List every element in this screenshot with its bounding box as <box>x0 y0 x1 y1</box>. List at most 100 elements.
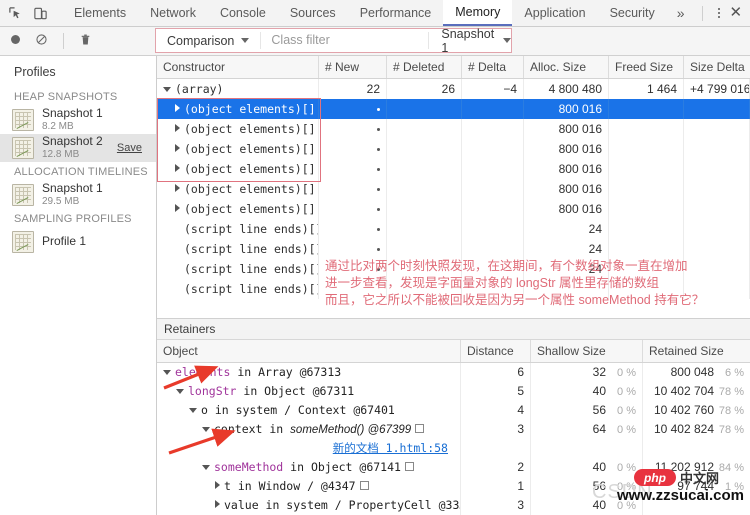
more-options-icon[interactable] <box>712 5 726 21</box>
save-snapshot-link[interactable]: Save <box>117 142 150 154</box>
constructor-row[interactable]: (object elements)[] @ 800 016 <box>157 179 750 199</box>
retainer-cell-retained-size <box>643 496 750 515</box>
triangle-right-icon[interactable] <box>175 164 180 172</box>
open-in-source-icon[interactable] <box>359 481 369 490</box>
clear-icon[interactable] <box>35 33 48 49</box>
retainer-row[interactable]: o in system / Context @67401 4 56 0 % 10 402… <box>157 401 750 420</box>
tab-network[interactable]: Network <box>138 0 208 26</box>
chevron-down-icon <box>241 38 250 43</box>
constructor-row[interactable]: (script line ends)[] 24 <box>157 219 750 239</box>
constructor-table-body[interactable]: (array) 22 26 −4 4 800 480 1 464 +4 799 016 (ob… <box>157 79 750 318</box>
retainer-row[interactable]: t in Window / @4347 1 56 0 % 97 744 1 % <box>157 477 750 496</box>
triangle-right-icon[interactable] <box>175 184 180 192</box>
constructor-row[interactable]: (script line ends)[] <box>157 279 750 299</box>
retainer-cell-shallow-size-percent: 0 % <box>617 367 636 379</box>
triangle-down-icon[interactable] <box>163 370 171 375</box>
source-file-link[interactable]: 新的文档 1.html:58 <box>333 441 448 455</box>
record-icon[interactable] <box>9 33 22 49</box>
class-filter-input[interactable]: Class filter <box>260 32 430 49</box>
column-header-deleted[interactable]: # Deleted <box>387 56 462 78</box>
constructor-row[interactable]: (object elements)[] @ 800 016 <box>157 119 750 139</box>
constructor-row[interactable]: (object elements)[] @ 800 016 <box>157 139 750 159</box>
constructor-row[interactable]: (object elements)[] @ 800 016 <box>157 99 750 119</box>
retainer-cell-retained-size-value: 800 048 <box>670 365 714 379</box>
close-icon[interactable]: ✕ <box>728 5 747 22</box>
triangle-down-icon[interactable] <box>189 408 197 413</box>
retainer-cell-distance-value: 5 <box>517 384 524 398</box>
tab-security[interactable]: Security <box>598 0 667 26</box>
trash-icon[interactable] <box>79 33 92 50</box>
triangle-down-icon[interactable] <box>163 87 171 92</box>
constructor-cell-new <box>319 259 387 279</box>
column-header-distance[interactable]: Distance <box>461 340 531 362</box>
open-in-source-icon[interactable] <box>404 462 414 471</box>
inspect-element-icon[interactable] <box>8 6 23 21</box>
triangle-right-icon[interactable] <box>215 481 220 489</box>
retainers-table-body[interactable]: elements in Array @67313 6 32 0 % 800 048 6 %… <box>157 363 750 515</box>
triangle-right-icon[interactable] <box>175 144 180 152</box>
constructor-row[interactable]: (array) 22 26 −4 4 800 480 1 464 +4 799 016 <box>157 79 750 99</box>
device-toolbar-icon[interactable] <box>33 6 48 21</box>
column-header-object[interactable]: Object <box>157 340 461 362</box>
column-header-size-delta[interactable]: Size Delta <box>684 56 750 78</box>
retainer-cell-retained-size-value: 10 402 704 <box>653 384 714 398</box>
constructor-cell-freed-size <box>609 139 684 159</box>
retainer-row[interactable]: context in someMethod() @67399 3 64 0 % 10 4… <box>157 420 750 439</box>
comparison-dropdown[interactable]: Comparison <box>156 34 260 48</box>
retainer-row[interactable]: elements in Array @67313 6 32 0 % 800 048 6 % <box>157 363 750 382</box>
column-header-constructor[interactable]: Constructor <box>157 56 319 78</box>
triangle-down-icon[interactable] <box>176 389 184 394</box>
retainer-object-text: value in system / PropertyCell @33… <box>224 498 461 512</box>
snapshot-dropdown[interactable]: Snapshot 1 <box>429 27 511 55</box>
constructor-row[interactable]: (script line ends)[] 24 <box>157 259 750 279</box>
constructor-cell-new <box>319 159 387 179</box>
retainer-object-text: in Object @67141 <box>283 460 401 474</box>
sidebar-item-profile-1[interactable]: Profile 1 <box>0 228 156 256</box>
triangle-right-icon[interactable] <box>175 104 180 112</box>
retainer-cell-shallow-size: 56 0 % <box>531 401 643 420</box>
tab-console[interactable]: Console <box>208 0 278 26</box>
retainer-cell-shallow-size-value: 40 <box>592 384 606 398</box>
constructor-name: (object elements)[] @ <box>184 182 319 196</box>
sidebar-title: Profiles <box>14 65 56 79</box>
constructor-cell-freed-size <box>609 259 684 279</box>
sidebar-item-snapshot-2[interactable]: Snapshot 2 12.8 MB Save <box>0 134 156 162</box>
triangle-down-icon[interactable] <box>202 427 210 432</box>
retainer-cell-distance-value: 6 <box>517 365 524 379</box>
tab-application[interactable]: Application <box>512 0 597 26</box>
bullet-icon <box>377 108 380 111</box>
constructor-cell-name: (array) <box>157 79 319 99</box>
triangle-right-icon[interactable] <box>175 124 180 132</box>
constructor-row[interactable]: (script line ends)[] 24 <box>157 239 750 259</box>
retainer-row[interactable]: someMethod in Object @67141 2 40 0 % 11 202 … <box>157 458 750 477</box>
tab-memory[interactable]: Memory <box>443 0 513 26</box>
tab-sources[interactable]: Sources <box>278 0 348 26</box>
column-header-delta[interactable]: # Delta <box>462 56 524 78</box>
retainer-row[interactable]: longStr in Object @67311 5 40 0 % 10 402 704… <box>157 382 750 401</box>
triangle-down-icon[interactable] <box>202 465 210 470</box>
tab-elements[interactable]: Elements <box>62 0 138 26</box>
tab-performance[interactable]: Performance <box>348 0 444 26</box>
retainer-row[interactable]: value in system / PropertyCell @33… 3 40 0 … <box>157 496 750 515</box>
triangle-right-icon[interactable] <box>215 500 220 508</box>
constructor-cell-deleted <box>387 259 462 279</box>
retainer-cell-distance: 3 <box>461 496 531 515</box>
retainer-cell-shallow-size-percent: 0 % <box>617 405 636 417</box>
more-tabs-icon[interactable]: » <box>667 0 695 26</box>
column-header-retained-size[interactable]: Retained Size <box>643 340 750 362</box>
column-header-shallow-size[interactable]: Shallow Size <box>531 340 643 362</box>
constructor-cell-freed-size: 1 464 <box>609 79 684 99</box>
constructor-row[interactable]: (object elements)[] @ 800 016 <box>157 199 750 219</box>
constructor-row[interactable]: (object elements)[] @ 800 016 <box>157 159 750 179</box>
retainer-source-link-row: 新的文档 1.html:58 <box>157 439 750 458</box>
column-header-freed-size[interactable]: Freed Size <box>609 56 684 78</box>
constructor-cell-deleted <box>387 99 462 119</box>
sidebar-item-snapshot-1[interactable]: Snapshot 1 8.2 MB <box>0 106 156 134</box>
triangle-right-icon[interactable] <box>175 204 180 212</box>
snapshot-1-name: Snapshot 1 <box>42 106 103 121</box>
sidebar-item-allocation-snapshot-1[interactable]: Snapshot 1 29.5 MB <box>0 181 156 209</box>
column-header-alloc-size[interactable]: Alloc. Size <box>524 56 609 78</box>
open-in-source-icon[interactable] <box>415 424 425 433</box>
column-header-new[interactable]: # New <box>319 56 387 78</box>
retainer-cell-retained-size: 10 402 704 78 % <box>643 382 750 401</box>
